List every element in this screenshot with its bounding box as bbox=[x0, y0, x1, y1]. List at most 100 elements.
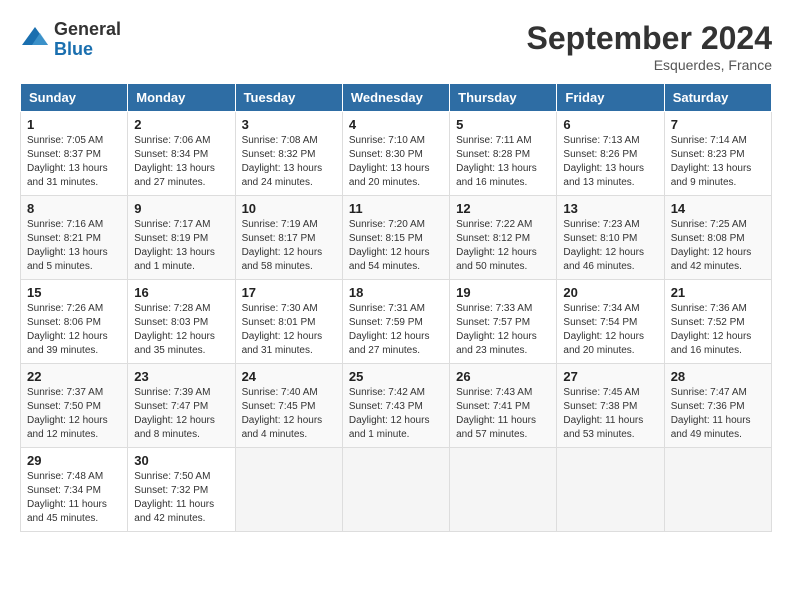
weekday-header-thursday: Thursday bbox=[450, 84, 557, 112]
day-info: Sunrise: 7:05 AMSunset: 8:37 PMDaylight:… bbox=[27, 134, 121, 190]
calendar-cell bbox=[342, 448, 449, 532]
day-info: Sunrise: 7:36 AMSunset: 7:52 PMDaylight:… bbox=[671, 302, 765, 358]
day-number: 4 bbox=[349, 117, 443, 132]
day-number: 12 bbox=[456, 201, 550, 216]
day-info: Sunrise: 7:28 AMSunset: 8:03 PMDaylight:… bbox=[134, 302, 228, 358]
day-info: Sunrise: 7:37 AMSunset: 7:50 PMDaylight:… bbox=[27, 386, 121, 442]
day-info: Sunrise: 7:42 AMSunset: 7:43 PMDaylight:… bbox=[349, 386, 443, 442]
calendar-week-row: 29 Sunrise: 7:48 AMSunset: 7:34 PMDayligh… bbox=[21, 448, 772, 532]
day-number: 11 bbox=[349, 201, 443, 216]
logo: General Blue bbox=[20, 20, 121, 60]
logo-icon bbox=[20, 25, 50, 55]
day-info: Sunrise: 7:39 AMSunset: 7:47 PMDaylight:… bbox=[134, 386, 228, 442]
calendar-cell: 16Sunrise: 7:28 AMSunset: 8:03 PMDayligh… bbox=[128, 280, 235, 364]
day-number: 23 bbox=[134, 369, 228, 384]
calendar-cell: 29 Sunrise: 7:48 AMSunset: 7:34 PMDayligh… bbox=[21, 448, 128, 532]
day-info: Sunrise: 7:33 AMSunset: 7:57 PMDaylight:… bbox=[456, 302, 550, 358]
calendar-cell bbox=[450, 448, 557, 532]
calendar-body: 1 Sunrise: 7:05 AMSunset: 8:37 PMDaylight… bbox=[21, 112, 772, 532]
day-number: 14 bbox=[671, 201, 765, 216]
calendar-cell: 18 Sunrise: 7:31 AMSunset: 7:59 PMDayligh… bbox=[342, 280, 449, 364]
day-info: Sunrise: 7:31 AMSunset: 7:59 PMDaylight:… bbox=[349, 302, 443, 358]
day-info: Sunrise: 7:16 AMSunset: 8:21 PMDaylight:… bbox=[27, 218, 121, 274]
calendar-cell: 27 Sunrise: 7:45 AMSunset: 7:38 PMDayligh… bbox=[557, 364, 664, 448]
calendar-cell: 19 Sunrise: 7:33 AMSunset: 7:57 PMDayligh… bbox=[450, 280, 557, 364]
day-number: 1 bbox=[27, 117, 121, 132]
day-number: 26 bbox=[456, 369, 550, 384]
day-number: 20 bbox=[563, 285, 657, 300]
day-info: Sunrise: 7:10 AMSunset: 8:30 PMDaylight:… bbox=[349, 134, 443, 190]
calendar-cell: 5 Sunrise: 7:11 AMSunset: 8:28 PMDaylight… bbox=[450, 112, 557, 196]
calendar-cell: 8Sunrise: 7:16 AMSunset: 8:21 PMDaylight… bbox=[21, 196, 128, 280]
day-number: 3 bbox=[242, 117, 336, 132]
calendar-cell: 2Sunrise: 7:06 AMSunset: 8:34 PMDaylight… bbox=[128, 112, 235, 196]
calendar-cell: 11 Sunrise: 7:20 AMSunset: 8:15 PMDayligh… bbox=[342, 196, 449, 280]
day-number: 9 bbox=[134, 201, 228, 216]
day-info: Sunrise: 7:13 AMSunset: 8:26 PMDaylight:… bbox=[563, 134, 657, 190]
day-number: 27 bbox=[563, 369, 657, 384]
day-number: 10 bbox=[242, 201, 336, 216]
calendar-cell bbox=[557, 448, 664, 532]
day-info: Sunrise: 7:11 AMSunset: 8:28 PMDaylight:… bbox=[456, 134, 550, 190]
calendar-cell: 6 Sunrise: 7:13 AMSunset: 8:26 PMDaylight… bbox=[557, 112, 664, 196]
calendar-cell: 26Sunrise: 7:43 AMSunset: 7:41 PMDayligh… bbox=[450, 364, 557, 448]
page-header: General Blue September 2024 Esquerdes, F… bbox=[20, 20, 772, 73]
calendar-cell: 17Sunrise: 7:30 AMSunset: 8:01 PMDayligh… bbox=[235, 280, 342, 364]
calendar-cell: 21 Sunrise: 7:36 AMSunset: 7:52 PMDayligh… bbox=[664, 280, 771, 364]
calendar-header-row: SundayMondayTuesdayWednesdayThursdayFrid… bbox=[21, 84, 772, 112]
day-info: Sunrise: 7:19 AMSunset: 8:17 PMDaylight:… bbox=[242, 218, 336, 274]
day-info: Sunrise: 7:40 AMSunset: 7:45 PMDaylight:… bbox=[242, 386, 336, 442]
calendar-cell: 25 Sunrise: 7:42 AMSunset: 7:43 PMDayligh… bbox=[342, 364, 449, 448]
calendar-cell: 30 Sunrise: 7:50 AMSunset: 7:32 PMDayligh… bbox=[128, 448, 235, 532]
day-info: Sunrise: 7:47 AMSunset: 7:36 PMDaylight:… bbox=[671, 386, 765, 442]
day-number: 5 bbox=[456, 117, 550, 132]
weekday-header-tuesday: Tuesday bbox=[235, 84, 342, 112]
title-block: September 2024 Esquerdes, France bbox=[527, 20, 772, 73]
calendar-week-row: 15Sunrise: 7:26 AMSunset: 8:06 PMDayligh… bbox=[21, 280, 772, 364]
day-info: Sunrise: 7:30 AMSunset: 8:01 PMDaylight:… bbox=[242, 302, 336, 358]
weekday-header-sunday: Sunday bbox=[21, 84, 128, 112]
calendar-cell: 3Sunrise: 7:08 AMSunset: 8:32 PMDaylight… bbox=[235, 112, 342, 196]
weekday-header-saturday: Saturday bbox=[664, 84, 771, 112]
day-info: Sunrise: 7:25 AMSunset: 8:08 PMDaylight:… bbox=[671, 218, 765, 274]
calendar-week-row: 8Sunrise: 7:16 AMSunset: 8:21 PMDaylight… bbox=[21, 196, 772, 280]
day-info: Sunrise: 7:22 AMSunset: 8:12 PMDaylight:… bbox=[456, 218, 550, 274]
calendar-cell: 23 Sunrise: 7:39 AMSunset: 7:47 PMDayligh… bbox=[128, 364, 235, 448]
day-number: 22 bbox=[27, 369, 121, 384]
day-number: 19 bbox=[456, 285, 550, 300]
calendar-cell: 12 Sunrise: 7:22 AMSunset: 8:12 PMDayligh… bbox=[450, 196, 557, 280]
day-number: 18 bbox=[349, 285, 443, 300]
calendar-cell: 15Sunrise: 7:26 AMSunset: 8:06 PMDayligh… bbox=[21, 280, 128, 364]
day-info: Sunrise: 7:23 AMSunset: 8:10 PMDaylight:… bbox=[563, 218, 657, 274]
day-number: 24 bbox=[242, 369, 336, 384]
calendar-cell: 10 Sunrise: 7:19 AMSunset: 8:17 PMDayligh… bbox=[235, 196, 342, 280]
calendar-cell: 4 Sunrise: 7:10 AMSunset: 8:30 PMDaylight… bbox=[342, 112, 449, 196]
day-info: Sunrise: 7:48 AMSunset: 7:34 PMDaylight:… bbox=[27, 470, 121, 526]
day-info: Sunrise: 7:20 AMSunset: 8:15 PMDaylight:… bbox=[349, 218, 443, 274]
day-number: 30 bbox=[134, 453, 228, 468]
calendar-cell: 9Sunrise: 7:17 AMSunset: 8:19 PMDaylight… bbox=[128, 196, 235, 280]
calendar-cell: 22 Sunrise: 7:37 AMSunset: 7:50 PMDayligh… bbox=[21, 364, 128, 448]
calendar-week-row: 22 Sunrise: 7:37 AMSunset: 7:50 PMDayligh… bbox=[21, 364, 772, 448]
month-title: September 2024 bbox=[527, 20, 772, 57]
weekday-header-friday: Friday bbox=[557, 84, 664, 112]
calendar-table: SundayMondayTuesdayWednesdayThursdayFrid… bbox=[20, 83, 772, 532]
day-number: 25 bbox=[349, 369, 443, 384]
day-number: 13 bbox=[563, 201, 657, 216]
location: Esquerdes, France bbox=[527, 57, 772, 73]
day-number: 28 bbox=[671, 369, 765, 384]
calendar-cell: 20Sunrise: 7:34 AMSunset: 7:54 PMDayligh… bbox=[557, 280, 664, 364]
calendar-cell: 24 Sunrise: 7:40 AMSunset: 7:45 PMDayligh… bbox=[235, 364, 342, 448]
calendar-cell: 1 Sunrise: 7:05 AMSunset: 8:37 PMDaylight… bbox=[21, 112, 128, 196]
day-number: 6 bbox=[563, 117, 657, 132]
day-number: 2 bbox=[134, 117, 228, 132]
calendar-cell bbox=[664, 448, 771, 532]
calendar-cell: 28 Sunrise: 7:47 AMSunset: 7:36 PMDayligh… bbox=[664, 364, 771, 448]
day-info: Sunrise: 7:50 AMSunset: 7:32 PMDaylight:… bbox=[134, 470, 228, 526]
day-info: Sunrise: 7:45 AMSunset: 7:38 PMDaylight:… bbox=[563, 386, 657, 442]
day-number: 29 bbox=[27, 453, 121, 468]
day-number: 15 bbox=[27, 285, 121, 300]
calendar-cell: 7Sunrise: 7:14 AMSunset: 8:23 PMDaylight… bbox=[664, 112, 771, 196]
calendar-cell bbox=[235, 448, 342, 532]
day-number: 21 bbox=[671, 285, 765, 300]
